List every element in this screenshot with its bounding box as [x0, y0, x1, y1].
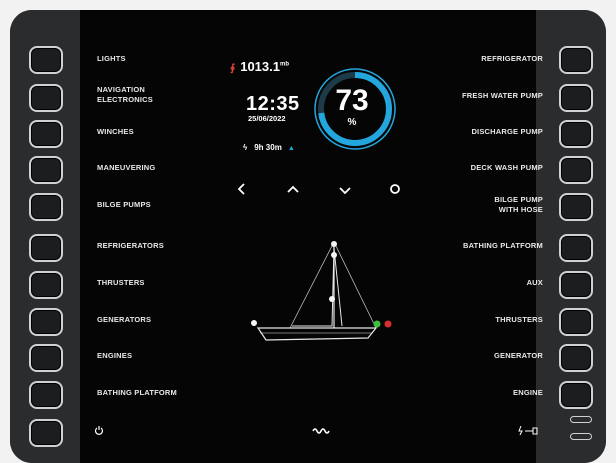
clock-time: 12:35: [246, 93, 300, 115]
port-light-green[interactable]: [373, 320, 381, 328]
right-label-deck-wash-pump[interactable]: DECK WASH PUMP: [471, 163, 543, 173]
right-button-3[interactable]: [559, 120, 593, 148]
right-button-2[interactable]: [559, 84, 593, 112]
left-label-thrusters[interactable]: THRUSTERS: [97, 278, 145, 288]
right-button-6[interactable]: [559, 234, 593, 262]
right-label-bathing-platform[interactable]: BATHING PLATFORM: [463, 241, 543, 251]
battery-percent-unit: %: [347, 117, 357, 128]
right-label-bilge-pump-with-hose[interactable]: BILGE PUMP WITH HOSE: [494, 195, 543, 215]
charging-plug-icon[interactable]: [517, 425, 539, 436]
pressure-unit: mb: [279, 61, 289, 68]
right-label-thrusters[interactable]: THRUSTERS: [495, 315, 543, 325]
left-button-7[interactable]: [29, 271, 63, 299]
right-button-8[interactable]: [559, 308, 593, 336]
left-button-9[interactable]: [29, 344, 63, 372]
charging-bolt-icon: ϟ: [243, 143, 248, 152]
battery-percent-value: 73: [335, 84, 369, 117]
mainsail-outline: [292, 245, 335, 327]
pressure-down-arrow-icon: ∮: [230, 63, 236, 74]
left-label-generators[interactable]: GENERATORS: [97, 315, 151, 325]
pressure-readout: ∮ 1013.1mb: [230, 59, 289, 74]
left-label-engines[interactable]: ENGINES: [97, 351, 132, 361]
deck-light[interactable]: [329, 296, 335, 302]
chevron-down-icon[interactable]: [338, 184, 352, 196]
charge-remaining: ϟ 9h 30m ▲: [243, 143, 295, 152]
masthead-light[interactable]: [331, 241, 337, 247]
left-label-lights[interactable]: LIGHTS: [97, 54, 126, 64]
right-label-generator[interactable]: GENERATOR: [494, 351, 543, 361]
indicator-slot-bottom: [570, 433, 592, 440]
indicator-slot-top: [570, 416, 592, 423]
chevron-left-icon[interactable]: [236, 182, 248, 196]
power-icon[interactable]: [94, 425, 104, 436]
left-label-winches[interactable]: WINCHES: [97, 127, 134, 137]
left-button-11[interactable]: [29, 419, 63, 447]
left-label-maneuvering[interactable]: MANEUVERING: [97, 163, 155, 173]
right-label-discharge-pump[interactable]: DISCHARGE PUMP: [471, 127, 543, 137]
right-button-4[interactable]: [559, 156, 593, 184]
right-button-9[interactable]: [559, 344, 593, 372]
left-label-bathing-platform[interactable]: BATHING PLATFORM: [97, 388, 177, 398]
right-label-aux[interactable]: AUX: [527, 278, 543, 288]
charge-up-arrow-icon: ▲: [287, 145, 295, 152]
forestay: [333, 241, 377, 329]
left-button-6[interactable]: [29, 234, 63, 262]
right-button-5[interactable]: [559, 193, 593, 221]
starboard-light-red[interactable]: [384, 320, 392, 328]
boat-hull: [256, 327, 378, 341]
pressure-value: 1013.1: [240, 59, 280, 74]
left-button-10[interactable]: [29, 381, 63, 409]
chevron-up-icon[interactable]: [286, 184, 300, 196]
left-label-refrigerators[interactable]: REFRIGERATORS: [97, 241, 164, 251]
left-label-navigation-electronics[interactable]: NAVIGATION ELECTRONICS: [97, 85, 153, 105]
refresh-icon[interactable]: [389, 183, 401, 195]
charge-time-value: 9h 30m: [254, 143, 282, 152]
right-button-7[interactable]: [559, 271, 593, 299]
clock-date: 25/06/2022: [248, 114, 286, 123]
left-button-2[interactable]: [29, 84, 63, 112]
left-button-8[interactable]: [29, 308, 63, 336]
right-button-10[interactable]: [559, 381, 593, 409]
left-button-3[interactable]: [29, 120, 63, 148]
stern-light[interactable]: [251, 320, 257, 326]
sailboat-illustration: [251, 241, 392, 341]
left-label-bilge-pumps[interactable]: BILGE PUMPS: [97, 200, 151, 210]
left-button-1[interactable]: [29, 46, 63, 74]
backstay: [289, 241, 335, 329]
jib-outline: [333, 247, 343, 327]
right-label-refrigerator[interactable]: REFRIGERATOR: [481, 54, 543, 64]
right-label-engine[interactable]: ENGINE: [513, 388, 543, 398]
left-button-4[interactable]: [29, 156, 63, 184]
steaming-light[interactable]: [331, 252, 337, 258]
right-button-1[interactable]: [559, 46, 593, 74]
left-button-5[interactable]: [29, 193, 63, 221]
right-label-fresh-water-pump[interactable]: FRESH WATER PUMP: [462, 91, 543, 101]
waves-icon[interactable]: [312, 426, 332, 434]
